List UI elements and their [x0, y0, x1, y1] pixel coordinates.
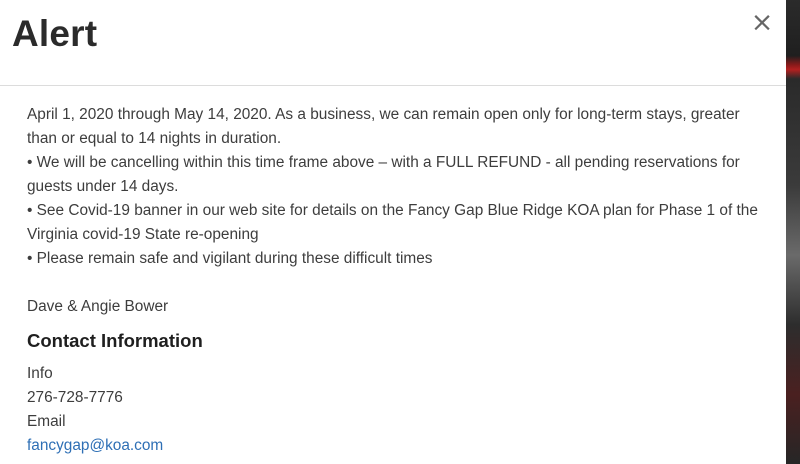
alert-bullet: • Please remain safe and vigilant during…	[27, 250, 433, 267]
signature: Dave & Angie Bower	[27, 298, 169, 315]
modal-body: April 1, 2020 through May 14, 2020. As a…	[27, 103, 772, 458]
contact-email-label: Email	[27, 413, 66, 430]
alert-modal: Alert × April 1, 2020 through May 14, 20…	[0, 0, 786, 464]
contact-info-label: Info	[27, 365, 53, 382]
modal-title: Alert	[12, 13, 98, 54]
alert-paragraph: April 1, 2020 through May 14, 2020. As a…	[27, 106, 740, 147]
alert-bullet: • We will be cancelling within this time…	[27, 154, 740, 195]
contact-heading: Contact Information	[27, 330, 203, 351]
contact-phone: 276-728-7776	[27, 389, 123, 406]
close-icon[interactable]: ×	[750, 9, 774, 36]
alert-bullet: • See Covid-19 banner in our web site fo…	[27, 202, 758, 243]
background-page	[786, 0, 800, 464]
modal-header: Alert ×	[0, 0, 786, 86]
contact-email-link[interactable]: fancygap@koa.com	[27, 434, 772, 458]
